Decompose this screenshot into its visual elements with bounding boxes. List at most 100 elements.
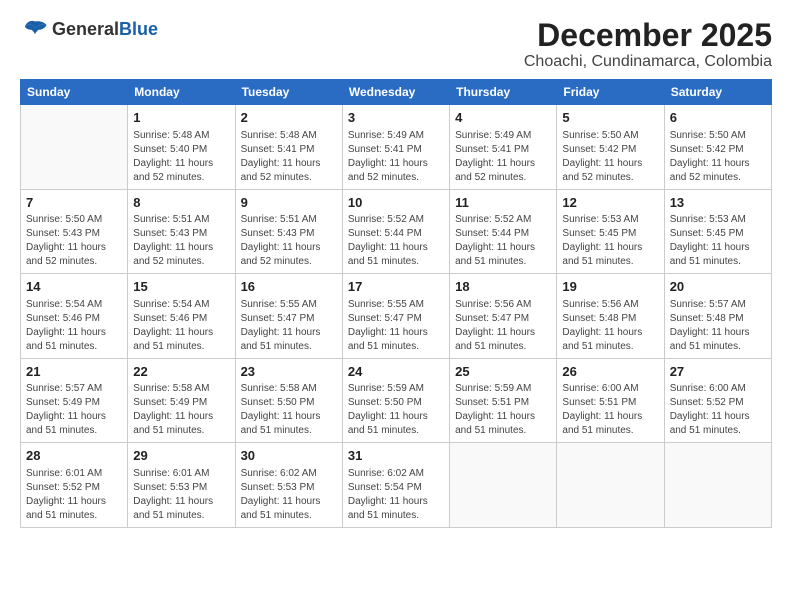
calendar-header-row: SundayMondayTuesdayWednesdayThursdayFrid… — [21, 80, 772, 105]
day-info: Sunrise: 5:49 AM Sunset: 5:41 PM Dayligh… — [455, 129, 551, 185]
day-number: 9 — [241, 194, 337, 212]
day-info: Sunrise: 6:02 AM Sunset: 5:53 PM Dayligh… — [241, 467, 337, 523]
calendar-cell: 12Sunrise: 5:53 AM Sunset: 5:45 PM Dayli… — [557, 189, 664, 274]
calendar-cell: 27Sunrise: 6:00 AM Sunset: 5:52 PM Dayli… — [664, 358, 771, 443]
logo: GeneralBlue — [20, 18, 158, 40]
day-info: Sunrise: 5:50 AM Sunset: 5:42 PM Dayligh… — [670, 129, 766, 185]
calendar-week-row-3: 14 Sunrise: 5:54 AM Sunset: 5:46 PM Dayli… — [21, 274, 772, 359]
calendar-cell: 15 Sunrise: 5:54 AM Sunset: 5:46 PM Dayli… — [128, 274, 235, 359]
day-number: 20 — [670, 278, 766, 296]
day-info: Sunrise: 5:57 AM Sunset: 5:49 PM Dayligh… — [26, 382, 122, 438]
logo-general-text: General — [52, 19, 119, 40]
calendar-cell: 16 Sunrise: 5:55 AM Sunset: 5:47 PM Dayli… — [235, 274, 342, 359]
day-info: Sunrise: 5:49 AM Sunset: 5:41 PM Dayligh… — [348, 129, 444, 185]
day-number: 25 — [455, 363, 551, 381]
calendar-header-tuesday: Tuesday — [235, 80, 342, 105]
calendar-header-monday: Monday — [128, 80, 235, 105]
day-number: 10 — [348, 194, 444, 212]
day-number: 8 — [133, 194, 229, 212]
calendar-cell: 3 Sunrise: 5:49 AM Sunset: 5:41 PM Daylig… — [342, 105, 449, 190]
calendar-week-row-4: 21Sunrise: 5:57 AM Sunset: 5:49 PM Dayli… — [21, 358, 772, 443]
calendar-table: SundayMondayTuesdayWednesdayThursdayFrid… — [20, 79, 772, 528]
calendar-cell: 9Sunrise: 5:51 AM Sunset: 5:43 PM Daylig… — [235, 189, 342, 274]
day-number: 28 — [26, 447, 122, 465]
calendar-cell: 26Sunrise: 6:00 AM Sunset: 5:51 PM Dayli… — [557, 358, 664, 443]
day-info: Sunrise: 5:59 AM Sunset: 5:51 PM Dayligh… — [455, 382, 551, 438]
day-info: Sunrise: 5:54 AM Sunset: 5:46 PM Dayligh… — [133, 298, 229, 354]
day-number: 26 — [562, 363, 658, 381]
calendar-cell — [21, 105, 128, 190]
day-info: Sunrise: 5:55 AM Sunset: 5:47 PM Dayligh… — [348, 298, 444, 354]
day-info: Sunrise: 5:50 AM Sunset: 5:42 PM Dayligh… — [562, 129, 658, 185]
day-info: Sunrise: 5:51 AM Sunset: 5:43 PM Dayligh… — [133, 213, 229, 269]
day-info: Sunrise: 5:53 AM Sunset: 5:45 PM Dayligh… — [562, 213, 658, 269]
day-info: Sunrise: 5:55 AM Sunset: 5:47 PM Dayligh… — [241, 298, 337, 354]
calendar-cell: 6 Sunrise: 5:50 AM Sunset: 5:42 PM Daylig… — [664, 105, 771, 190]
day-info: Sunrise: 6:01 AM Sunset: 5:53 PM Dayligh… — [133, 467, 229, 523]
day-info: Sunrise: 5:58 AM Sunset: 5:50 PM Dayligh… — [241, 382, 337, 438]
calendar-cell: 11Sunrise: 5:52 AM Sunset: 5:44 PM Dayli… — [450, 189, 557, 274]
day-number: 3 — [348, 109, 444, 127]
day-number: 16 — [241, 278, 337, 296]
day-info: Sunrise: 5:57 AM Sunset: 5:48 PM Dayligh… — [670, 298, 766, 354]
calendar-header-wednesday: Wednesday — [342, 80, 449, 105]
calendar-cell: 31Sunrise: 6:02 AM Sunset: 5:54 PM Dayli… — [342, 443, 449, 528]
day-info: Sunrise: 6:00 AM Sunset: 5:52 PM Dayligh… — [670, 382, 766, 438]
calendar-cell: 17 Sunrise: 5:55 AM Sunset: 5:47 PM Dayli… — [342, 274, 449, 359]
day-number: 19 — [562, 278, 658, 296]
logo-icon — [20, 18, 50, 40]
subtitle: Choachi, Cundinamarca, Colombia — [524, 53, 772, 71]
day-info: Sunrise: 5:56 AM Sunset: 5:47 PM Dayligh… — [455, 298, 551, 354]
calendar-cell: 5Sunrise: 5:50 AM Sunset: 5:42 PM Daylig… — [557, 105, 664, 190]
calendar-cell: 18 Sunrise: 5:56 AM Sunset: 5:47 PM Dayli… — [450, 274, 557, 359]
day-info: Sunrise: 5:52 AM Sunset: 5:44 PM Dayligh… — [455, 213, 551, 269]
day-number: 12 — [562, 194, 658, 212]
day-info: Sunrise: 6:02 AM Sunset: 5:54 PM Dayligh… — [348, 467, 444, 523]
calendar-cell — [557, 443, 664, 528]
logo-blue-text: Blue — [119, 19, 158, 40]
calendar-header-sunday: Sunday — [21, 80, 128, 105]
day-number: 6 — [670, 109, 766, 127]
calendar-cell: 24Sunrise: 5:59 AM Sunset: 5:50 PM Dayli… — [342, 358, 449, 443]
calendar-header-thursday: Thursday — [450, 80, 557, 105]
day-number: 23 — [241, 363, 337, 381]
calendar-cell: 13Sunrise: 5:53 AM Sunset: 5:45 PM Dayli… — [664, 189, 771, 274]
day-number: 21 — [26, 363, 122, 381]
day-number: 4 — [455, 109, 551, 127]
calendar-cell — [450, 443, 557, 528]
day-info: Sunrise: 5:59 AM Sunset: 5:50 PM Dayligh… — [348, 382, 444, 438]
title-block: December 2025 Choachi, Cundinamarca, Col… — [524, 18, 772, 71]
day-info: Sunrise: 5:58 AM Sunset: 5:49 PM Dayligh… — [133, 382, 229, 438]
day-number: 15 — [133, 278, 229, 296]
day-number: 7 — [26, 194, 122, 212]
day-info: Sunrise: 6:00 AM Sunset: 5:51 PM Dayligh… — [562, 382, 658, 438]
calendar-cell: 8Sunrise: 5:51 AM Sunset: 5:43 PM Daylig… — [128, 189, 235, 274]
calendar-cell: 30 Sunrise: 6:02 AM Sunset: 5:53 PM Dayli… — [235, 443, 342, 528]
day-number: 22 — [133, 363, 229, 381]
calendar-header-friday: Friday — [557, 80, 664, 105]
calendar-cell: 10Sunrise: 5:52 AM Sunset: 5:44 PM Dayli… — [342, 189, 449, 274]
day-info: Sunrise: 5:54 AM Sunset: 5:46 PM Dayligh… — [26, 298, 122, 354]
day-number: 30 — [241, 447, 337, 465]
calendar-week-row-1: 1Sunrise: 5:48 AM Sunset: 5:40 PM Daylig… — [21, 105, 772, 190]
logo-line: GeneralBlue — [20, 18, 158, 40]
main-title: December 2025 — [524, 18, 772, 53]
day-number: 11 — [455, 194, 551, 212]
day-info: Sunrise: 5:48 AM Sunset: 5:41 PM Dayligh… — [241, 129, 337, 185]
day-number: 18 — [455, 278, 551, 296]
day-number: 14 — [26, 278, 122, 296]
day-info: Sunrise: 5:50 AM Sunset: 5:43 PM Dayligh… — [26, 213, 122, 269]
header: GeneralBlue December 2025 Choachi, Cundi… — [20, 18, 772, 71]
day-number: 17 — [348, 278, 444, 296]
calendar-week-row-2: 7Sunrise: 5:50 AM Sunset: 5:43 PM Daylig… — [21, 189, 772, 274]
day-number: 1 — [133, 109, 229, 127]
calendar-header-saturday: Saturday — [664, 80, 771, 105]
calendar-cell: 2Sunrise: 5:48 AM Sunset: 5:41 PM Daylig… — [235, 105, 342, 190]
calendar-cell: 25Sunrise: 5:59 AM Sunset: 5:51 PM Dayli… — [450, 358, 557, 443]
calendar-cell: 21Sunrise: 5:57 AM Sunset: 5:49 PM Dayli… — [21, 358, 128, 443]
day-number: 27 — [670, 363, 766, 381]
calendar-cell: 4 Sunrise: 5:49 AM Sunset: 5:41 PM Daylig… — [450, 105, 557, 190]
calendar-cell: 22Sunrise: 5:58 AM Sunset: 5:49 PM Dayli… — [128, 358, 235, 443]
calendar-cell: 29Sunrise: 6:01 AM Sunset: 5:53 PM Dayli… — [128, 443, 235, 528]
day-info: Sunrise: 5:56 AM Sunset: 5:48 PM Dayligh… — [562, 298, 658, 354]
